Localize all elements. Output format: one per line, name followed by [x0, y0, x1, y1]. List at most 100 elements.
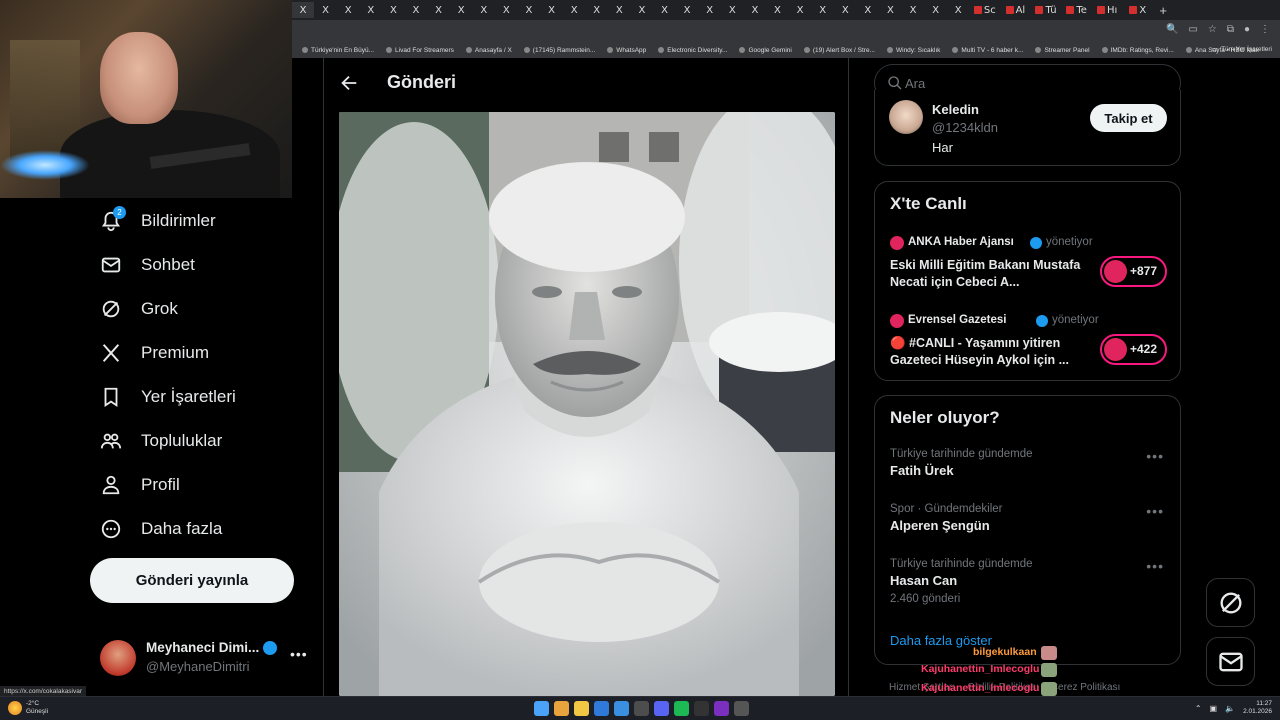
browser-tab[interactable]: X: [766, 2, 788, 18]
browser-tab[interactable]: X: [789, 2, 811, 18]
nav-item-grok[interactable]: Grok: [100, 295, 178, 323]
browser-tab[interactable]: X: [382, 2, 404, 18]
browser-menu-icon[interactable]: ⋮: [1260, 24, 1270, 35]
epic-icon[interactable]: [694, 701, 709, 716]
browser-tab[interactable]: X: [315, 2, 337, 18]
bookmark-item[interactable]: Electronic Diversity...: [658, 47, 727, 54]
bookmark-item[interactable]: (19) Alert Box / Stre...: [803, 47, 875, 54]
all-bookmarks[interactable]: ▭ Tüm Yer İşaretleri: [1212, 45, 1272, 54]
nav-item-premium[interactable]: Premium: [100, 339, 209, 367]
account-switcher[interactable]: Meyhaneci Dimi... @MeyhaneDimitri •••: [100, 638, 310, 678]
profile-icon[interactable]: ●: [1244, 24, 1250, 35]
browser-tab[interactable]: Hı: [1092, 2, 1122, 18]
browser-tab[interactable]: X: [902, 2, 924, 18]
trend-item[interactable]: Spor · Gündemdekiler Alperen Şengün •••: [890, 503, 1170, 533]
extensions-icon[interactable]: ⧉: [1227, 24, 1234, 35]
bookmark-item[interactable]: Türkiye'nin En Büyü...: [302, 47, 374, 54]
bookmark-item[interactable]: Multi TV - 6 haber k...: [952, 47, 1023, 54]
chrome-icon[interactable]: [554, 701, 569, 716]
browser-tab[interactable]: Te: [1062, 2, 1092, 18]
steam-icon[interactable]: [634, 701, 649, 716]
browser-tab[interactable]: X: [744, 2, 766, 18]
footer-link[interactable]: Çerez Politikası: [1051, 682, 1120, 693]
live-item[interactable]: ANKA Haber Ajansı yönetiyor Eski Milli Eği…: [890, 234, 1170, 298]
volume-icon[interactable]: 🔈: [1225, 704, 1235, 713]
browser-tab[interactable]: Sc: [970, 2, 1000, 18]
browser-tab[interactable]: X: [676, 2, 698, 18]
weather-widget[interactable]: -2°C Güneşli: [8, 700, 48, 716]
browser-tab[interactable]: X: [337, 2, 359, 18]
browser-tab[interactable]: X: [925, 2, 947, 18]
suggested-user-name[interactable]: Keledin: [932, 102, 979, 117]
app-icon[interactable]: [614, 701, 629, 716]
nav-item-topluluklar[interactable]: Topluluklar: [100, 427, 222, 455]
browser-tab[interactable]: X: [834, 2, 856, 18]
nav-item-profil[interactable]: Profil: [100, 471, 180, 499]
bookmark-item[interactable]: Google Gemini: [739, 47, 792, 54]
browser-tab[interactable]: Al: [1000, 2, 1030, 18]
zoom-icon[interactable]: 🔍: [1166, 24, 1178, 35]
bookmark-item[interactable]: (17145) Rammstein...: [523, 47, 595, 54]
more-icon[interactable]: •••: [290, 646, 308, 662]
bookmark-item[interactable]: Streamer Panel: [1035, 47, 1090, 54]
avatar[interactable]: [889, 100, 923, 134]
more-icon[interactable]: •••: [1146, 448, 1164, 464]
live-item[interactable]: Evrensel Gazetesi yönetiyor 🔴 #CANLI - Yaş…: [890, 312, 1170, 376]
cast-icon[interactable]: ▭: [1188, 24, 1197, 35]
more-icon[interactable]: •••: [1146, 503, 1164, 519]
bookmark-item[interactable]: Windy: Sıcaklık: [886, 47, 940, 54]
bookmark-item[interactable]: WhatsApp: [607, 47, 646, 54]
browser-tab[interactable]: X: [360, 2, 382, 18]
bookmark-item[interactable]: Anasayfa / X: [465, 47, 512, 54]
post-image[interactable]: [339, 112, 835, 696]
nav-item-sohbet[interactable]: Sohbet: [100, 251, 195, 279]
browser-tab[interactable]: X: [292, 2, 314, 18]
browser-tab[interactable]: X: [518, 2, 540, 18]
trend-item[interactable]: Türkiye tarihinde gündemde Fatih Ürek •••: [890, 448, 1170, 478]
browser-tab[interactable]: X: [586, 2, 608, 18]
follow-button[interactable]: Takip et: [1090, 104, 1167, 132]
spotify-icon[interactable]: [674, 701, 689, 716]
store-icon[interactable]: [594, 701, 609, 716]
browser-tab[interactable]: X: [947, 2, 969, 18]
clock[interactable]: 11:27 2.01.2026: [1243, 700, 1272, 716]
browser-tab[interactable]: X: [879, 2, 901, 18]
bookmark-item[interactable]: Livad For Streamers: [386, 47, 454, 54]
browser-tab[interactable]: X: [1123, 2, 1153, 18]
browser-tab[interactable]: X: [654, 2, 676, 18]
more-icon[interactable]: •••: [1146, 558, 1164, 574]
grok-fab[interactable]: [1206, 578, 1255, 627]
browser-tab[interactable]: X: [563, 2, 585, 18]
new-tab-icon[interactable]: +: [1159, 3, 1167, 18]
browser-tab[interactable]: X: [541, 2, 563, 18]
discord-icon[interactable]: [654, 701, 669, 716]
browser-tab[interactable]: X: [450, 2, 472, 18]
kick-icon[interactable]: [714, 701, 729, 716]
browser-tab[interactable]: X: [405, 2, 427, 18]
live-listeners-pill[interactable]: +422: [1100, 334, 1167, 365]
live-listeners-pill[interactable]: +877: [1100, 256, 1167, 287]
browser-tab[interactable]: Tü: [1031, 2, 1061, 18]
obs-icon[interactable]: [734, 701, 749, 716]
browser-tab[interactable]: X: [631, 2, 653, 18]
browser-tab[interactable]: X: [473, 2, 495, 18]
bookmark-item[interactable]: IMDb: Ratings, Revi...: [1101, 47, 1174, 54]
browser-tab[interactable]: X: [857, 2, 879, 18]
trend-item[interactable]: Türkiye tarihinde gündemde Hasan Can 2.460…: [890, 558, 1170, 605]
browser-tab[interactable]: X: [428, 2, 450, 18]
browser-tab[interactable]: X: [812, 2, 834, 18]
browser-tab[interactable]: X: [608, 2, 630, 18]
browser-tab[interactable]: X: [495, 2, 517, 18]
back-arrow-icon[interactable]: [338, 72, 360, 94]
nav-item-yer-i-aretleri[interactable]: Yer İşaretleri: [100, 383, 236, 411]
explorer-icon[interactable]: [574, 701, 589, 716]
messages-fab[interactable]: [1206, 637, 1255, 686]
start-icon[interactable]: [534, 701, 549, 716]
chevron-up-icon[interactable]: ⌃: [1195, 704, 1202, 713]
nav-item-daha-fazla[interactable]: Daha fazla: [100, 515, 222, 543]
star-icon[interactable]: ☆: [1208, 24, 1217, 35]
browser-tab[interactable]: X: [721, 2, 743, 18]
browser-tab[interactable]: X: [699, 2, 721, 18]
network-icon[interactable]: ▣: [1210, 704, 1218, 713]
post-button[interactable]: Gönderi yayınla: [90, 558, 294, 603]
